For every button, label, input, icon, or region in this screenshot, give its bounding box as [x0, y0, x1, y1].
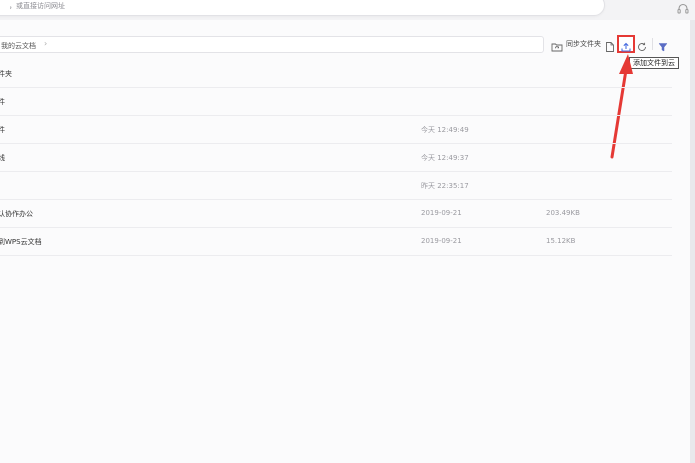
sync-folder-button[interactable]: 同步文件夹: [551, 37, 601, 52]
file-name: 到WPS云文档: [0, 238, 42, 246]
upload-icon: [620, 38, 632, 52]
file-name: 线: [0, 154, 5, 162]
file-name: 件: [0, 98, 5, 106]
file-size: 15.12KB: [546, 237, 576, 245]
new-file-icon[interactable]: [604, 38, 616, 52]
file-name: 认协作办公: [0, 210, 33, 218]
file-time: 今天 12:49:49: [421, 126, 469, 134]
file-size: 203.49KB: [546, 209, 580, 217]
table-row[interactable]: 认协作办公 2019-09-21 203.49KB: [0, 200, 672, 228]
sync-folder-label: 同步文件夹: [566, 40, 601, 48]
refresh-icon[interactable]: [636, 38, 648, 51]
file-time: 昨天 22:35:17: [421, 182, 469, 190]
search-placeholder: ，或直接访问网址: [9, 2, 65, 10]
file-browser: 我的云文档 › 同步文件夹 添加文件到云 件夹 件 件 今天 12:49:49 …: [0, 20, 690, 463]
table-row[interactable]: 件夹: [0, 60, 672, 88]
breadcrumb[interactable]: 我的云文档 ›: [0, 36, 544, 53]
file-time: 2019-09-21: [421, 237, 462, 245]
file-name: 件夹: [0, 70, 12, 78]
search-input[interactable]: ，或直接访问网址: [0, 0, 605, 16]
address-bar: ，或直接访问网址: [0, 0, 695, 18]
headset-icon[interactable]: [676, 1, 690, 15]
window-edge: [690, 20, 695, 463]
folder-sync-icon: [551, 38, 563, 52]
breadcrumb-separator: ›: [44, 39, 48, 48]
upload-button[interactable]: [617, 35, 635, 53]
file-time: 今天 12:49:37: [421, 154, 469, 162]
table-row[interactable]: 件: [0, 88, 672, 116]
filter-icon[interactable]: [657, 38, 669, 52]
table-row[interactable]: 到WPS云文档 2019-09-21 15.12KB: [0, 228, 672, 256]
breadcrumb-root[interactable]: 我的云文档: [1, 41, 36, 51]
file-name: 件: [0, 126, 5, 134]
table-row[interactable]: 昨天 22:35:17: [0, 172, 672, 200]
table-row[interactable]: 件 今天 12:49:49: [0, 116, 672, 144]
table-row[interactable]: 线 今天 12:49:37: [0, 144, 672, 172]
file-time: 2019-09-21: [421, 209, 462, 217]
file-list: 件夹 件 件 今天 12:49:49 线 今天 12:49:37 昨天 22:3…: [0, 60, 672, 256]
toolbar-divider: [652, 38, 653, 50]
